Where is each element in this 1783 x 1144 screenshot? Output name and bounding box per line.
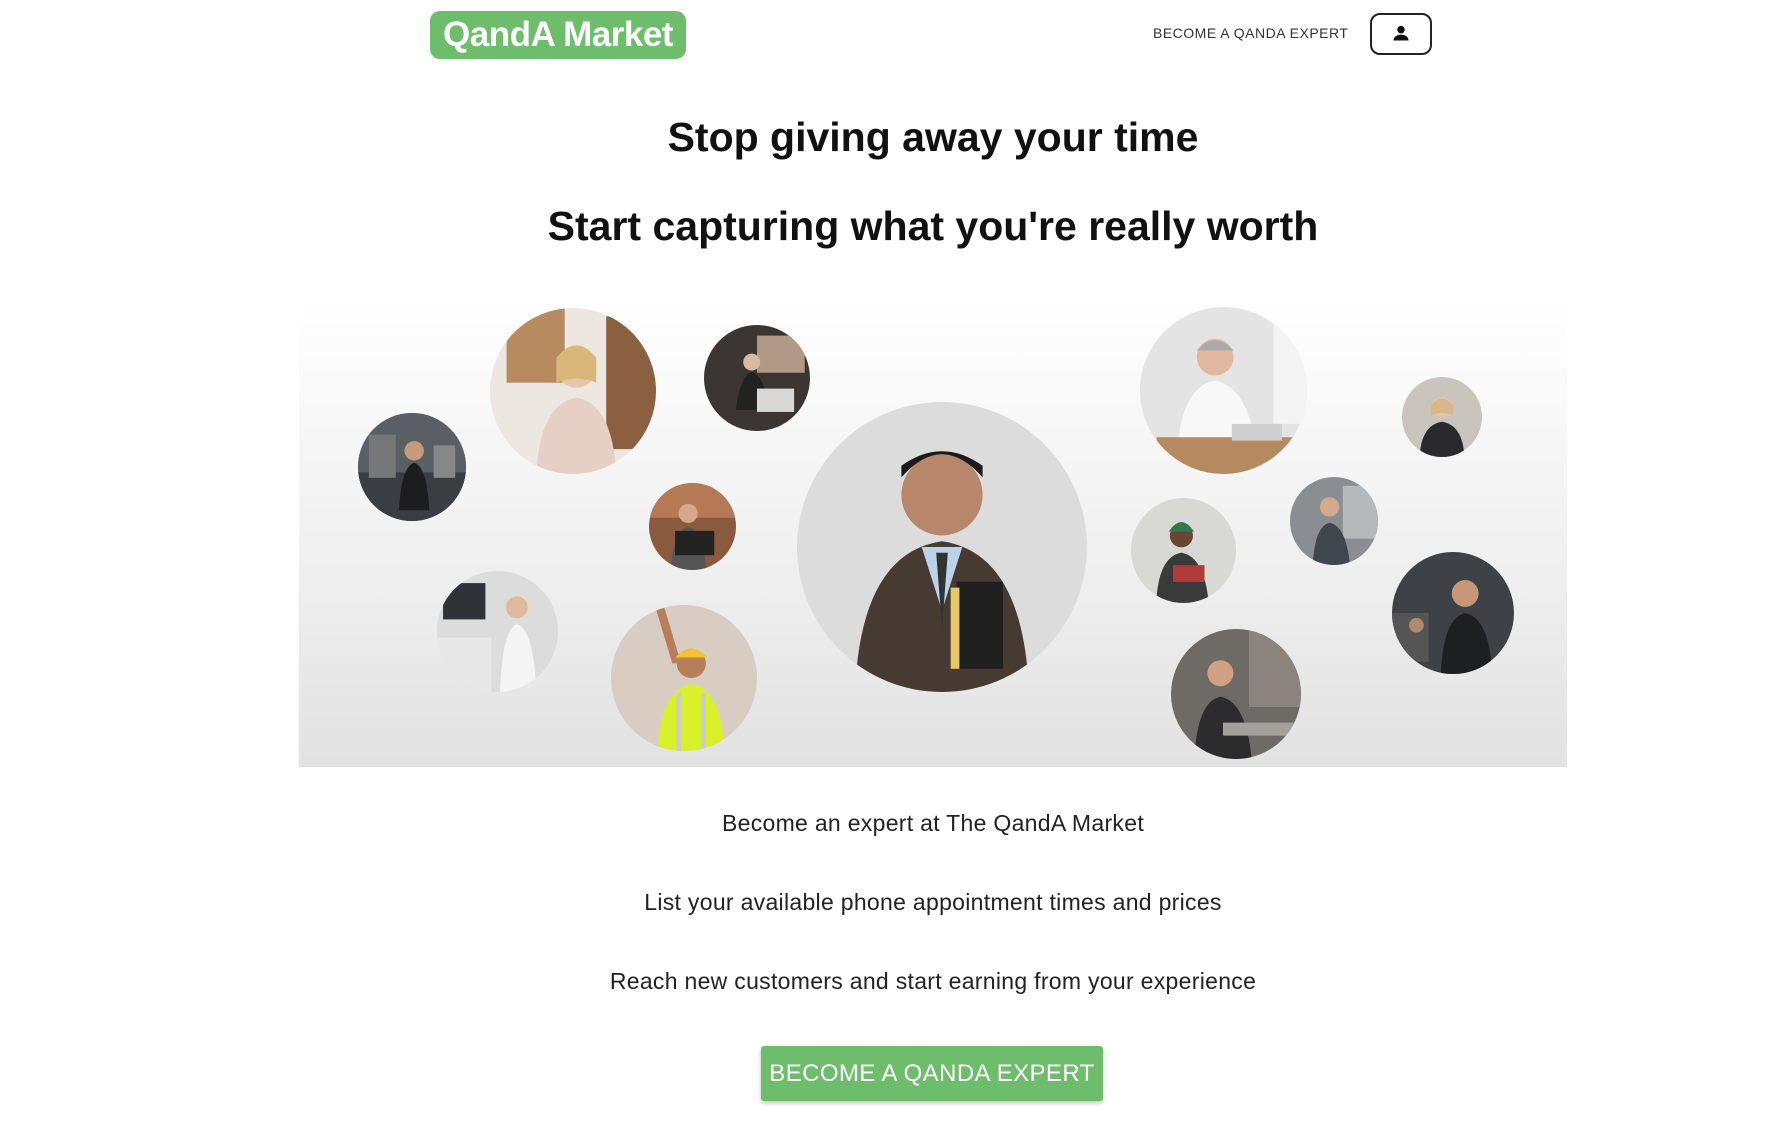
body-line-3: Reach new customers and start earning fr… — [609, 968, 1257, 994]
businesswoman-photo — [490, 308, 656, 474]
student-laptop-photo — [649, 483, 736, 570]
mechanic-photo — [358, 413, 466, 521]
subheadline: Start capturing what you're really worth — [547, 203, 1319, 249]
businessman-photo — [797, 402, 1087, 692]
hero-banner — [299, 295, 1567, 767]
construction-worker-photo — [611, 605, 757, 751]
person-icon — [1391, 23, 1411, 46]
headline: Stop giving away your time — [667, 114, 1199, 160]
body-line-2: List your available phone appointment ti… — [644, 889, 1222, 915]
craftsman-photo — [1290, 477, 1378, 565]
account-button[interactable] — [1370, 13, 1432, 55]
executive-woman-photo — [1402, 377, 1482, 457]
woodworker-photo — [1171, 629, 1301, 759]
doctor-photo — [1140, 307, 1307, 474]
body-line-1: Become an expert at The QandA Market — [721, 810, 1145, 836]
teacher-photo — [1131, 498, 1236, 603]
become-expert-button[interactable]: BECOME A QANDA EXPERT — [761, 1046, 1103, 1101]
logo[interactable]: QandA Market — [430, 11, 686, 59]
chef-photo — [1392, 552, 1514, 674]
lab-woman-photo — [437, 571, 558, 692]
become-expert-nav-link[interactable]: BECOME A QANDA EXPERT — [1153, 25, 1348, 41]
laptop-woman-photo — [704, 325, 810, 431]
